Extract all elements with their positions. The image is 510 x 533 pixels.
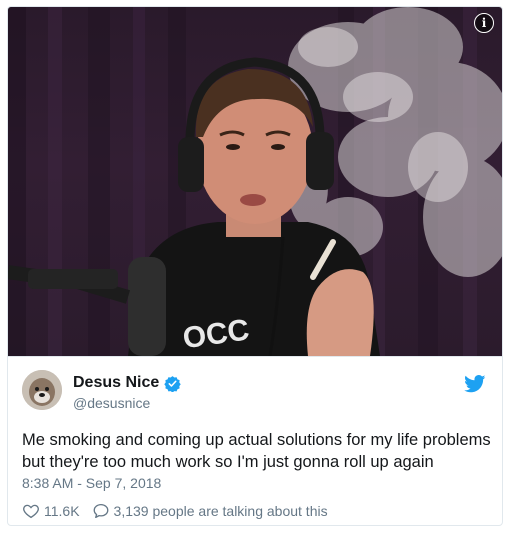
- reply-icon: [93, 503, 108, 519]
- conversation-count: 3,139 people are talking about this: [113, 503, 328, 519]
- tweet-actions: 11.6K 3,139 people are talking about thi…: [22, 502, 340, 520]
- tweet-photo[interactable]: OCC i: [8, 7, 502, 356]
- tweet-text: Me smoking and coming up actual solution…: [22, 431, 491, 471]
- tweet-body: Desus Nice @desusnice Me smoking and com…: [8, 356, 502, 525]
- like-count: 11.6K: [44, 503, 80, 519]
- timestamp[interactable]: 8:38 AM - Sep 7, 2018: [22, 475, 161, 491]
- tweet-embed-card[interactable]: OCC i Desus Nice @desusnice Me smoking a…: [7, 6, 503, 526]
- heart-icon: [23, 504, 39, 519]
- info-icon[interactable]: i: [474, 13, 494, 33]
- avatar[interactable]: [22, 370, 62, 410]
- avatar-image: [22, 370, 62, 410]
- twitter-bird-icon[interactable]: [464, 375, 486, 393]
- like-button[interactable]: 11.6K: [22, 502, 80, 520]
- conversation-link[interactable]: 3,139 people are talking about this: [92, 502, 328, 520]
- author-name-row[interactable]: Desus Nice: [73, 374, 181, 392]
- verified-icon: [164, 375, 181, 392]
- display-name[interactable]: Desus Nice: [73, 374, 159, 392]
- handle[interactable]: @desusnice: [73, 395, 150, 411]
- photo-illustration: OCC: [8, 7, 502, 356]
